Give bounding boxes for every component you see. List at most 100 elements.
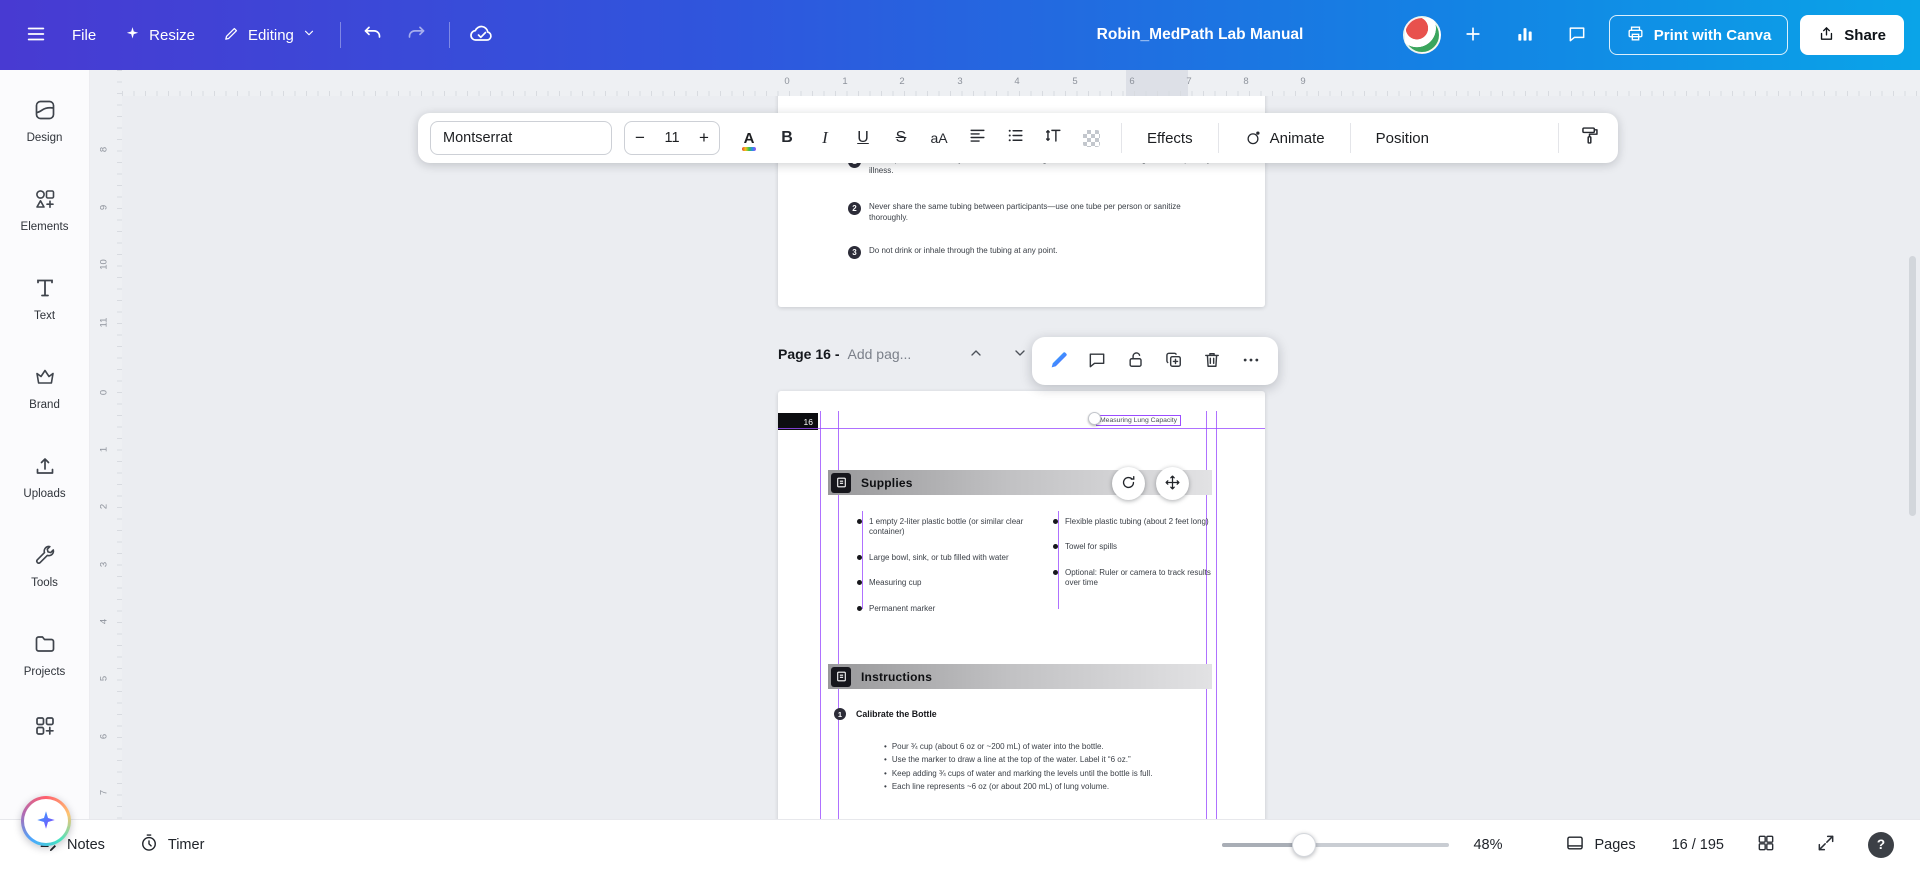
topbar-divider bbox=[448, 22, 450, 48]
bottombar: Notes Timer 48% Pages 16 / 195 ? bbox=[0, 819, 1920, 869]
underline-button[interactable]: U bbox=[846, 120, 880, 156]
transparency-button[interactable] bbox=[1074, 120, 1108, 156]
main-menu-button[interactable] bbox=[16, 15, 56, 55]
list-number-badge: 2 bbox=[848, 202, 861, 215]
ruler-number: 9 bbox=[98, 204, 110, 211]
supplies-section-header[interactable]: Supplies bbox=[828, 470, 1212, 495]
magic-resize-icon bbox=[124, 25, 141, 46]
expand-icon bbox=[1816, 833, 1836, 856]
avatar[interactable] bbox=[1402, 16, 1441, 54]
page-title: Measuring Lung Capacity bbox=[1100, 417, 1178, 424]
invite-members-button[interactable] bbox=[1453, 15, 1493, 55]
font-size-value[interactable]: 11 bbox=[655, 130, 689, 146]
strikethrough-button[interactable]: S bbox=[884, 120, 918, 156]
selection-handle[interactable] bbox=[1088, 412, 1101, 425]
bold-button[interactable]: B bbox=[770, 120, 804, 156]
bulleted-list-button[interactable] bbox=[998, 120, 1032, 156]
lock-page-button[interactable] bbox=[1119, 344, 1153, 378]
bullet bbox=[857, 580, 862, 586]
numbered-list-item[interactable]: 2 Never share the same tubing between pa… bbox=[848, 202, 1226, 223]
undo-button[interactable] bbox=[353, 15, 393, 55]
print-with-canva-button[interactable]: Print with Canva bbox=[1608, 15, 1789, 55]
alignment-button[interactable] bbox=[960, 120, 994, 156]
position-button[interactable]: Position bbox=[1364, 120, 1441, 156]
ruler-number: 4 bbox=[98, 618, 110, 625]
editing-mode-button[interactable]: Editing bbox=[211, 15, 328, 55]
supplies-list-right[interactable]: Flexible plastic tubing (about 2 feet lo… bbox=[1053, 517, 1223, 589]
more-options-button[interactable] bbox=[1234, 344, 1268, 378]
comments-button[interactable] bbox=[1557, 15, 1597, 55]
add-page-title-field[interactable]: Add pag... bbox=[847, 346, 911, 362]
sidebar-item-label: Elements bbox=[20, 221, 69, 233]
numbered-list-item[interactable]: 3 Do not drink or inhale through the tub… bbox=[848, 246, 1226, 259]
transparency-icon bbox=[1082, 129, 1100, 147]
zoom-knob[interactable] bbox=[1292, 832, 1317, 857]
grid-view-button[interactable] bbox=[1748, 827, 1784, 863]
canva-ai-button[interactable] bbox=[21, 796, 71, 846]
font-size-decrease-button[interactable]: − bbox=[625, 122, 655, 154]
insights-button[interactable] bbox=[1505, 15, 1545, 55]
rotate-handle[interactable] bbox=[1112, 467, 1145, 500]
move-page-down-button[interactable] bbox=[1007, 341, 1033, 367]
move-page-up-button[interactable] bbox=[963, 341, 989, 367]
redo-button[interactable] bbox=[397, 15, 437, 55]
lock-open-icon bbox=[1126, 350, 1146, 373]
text-color-button[interactable]: A bbox=[732, 120, 766, 156]
instructions-section-header[interactable]: Instructions bbox=[828, 664, 1212, 689]
ruler-number: 10 bbox=[98, 259, 110, 270]
sidebar-item-elements[interactable]: Elements bbox=[5, 173, 85, 247]
zoom-slider[interactable] bbox=[1222, 832, 1450, 857]
page-title-textbox[interactable]: Measuring Lung Capacity bbox=[1096, 415, 1182, 426]
step-1[interactable]: 1 Calibrate the Bottle bbox=[834, 708, 937, 720]
font-size-increase-button[interactable]: + bbox=[689, 122, 719, 154]
animate-button[interactable]: Animate bbox=[1232, 120, 1337, 156]
italic-button[interactable]: I bbox=[808, 120, 842, 156]
duplicate-page-button[interactable] bbox=[1157, 344, 1191, 378]
zoom-percentage[interactable]: 48% bbox=[1473, 837, 1513, 853]
topbar-divider bbox=[339, 22, 341, 48]
sidebar-item-apps[interactable] bbox=[5, 707, 85, 747]
vertical-ruler[interactable]: 8 9 10 11 0 1 2 3 4 5 6 7 bbox=[90, 70, 122, 819]
delete-page-button[interactable] bbox=[1195, 344, 1229, 378]
step-1-bullets[interactable]: • Pour ¾ cup (about 6 oz or ~200 mL) of w… bbox=[884, 742, 1210, 793]
text-spacing-button[interactable] bbox=[1036, 120, 1070, 156]
cloud-save-status-button[interactable] bbox=[462, 15, 502, 55]
text-case-button[interactable]: aA bbox=[922, 120, 956, 156]
canvas[interactable]: 1 Do not perform this lab if you are sic… bbox=[122, 96, 1920, 819]
ruler-number: 11 bbox=[98, 317, 110, 328]
copy-style-button[interactable] bbox=[1572, 120, 1606, 156]
ruler-number: 4 bbox=[1014, 76, 1020, 87]
add-comment-button[interactable] bbox=[1080, 344, 1114, 378]
document-title[interactable]: Robin_MedPath Lab Manual bbox=[1097, 0, 1304, 70]
sidebar-item-text[interactable]: Text bbox=[5, 262, 85, 336]
effects-button[interactable]: Effects bbox=[1135, 120, 1205, 156]
supplies-list-left[interactable]: 1 empty 2-liter plastic bottle (or simil… bbox=[857, 517, 1027, 614]
resize-button[interactable]: Resize bbox=[112, 15, 207, 55]
timer-button[interactable]: Timer bbox=[127, 827, 217, 863]
sidebar-item-design[interactable]: Design bbox=[5, 84, 85, 158]
sidebar-item-brand[interactable]: Brand bbox=[5, 351, 85, 425]
list-item: Permanent marker bbox=[857, 604, 1027, 614]
move-handle[interactable] bbox=[1156, 467, 1189, 500]
file-menu-button[interactable]: File bbox=[60, 15, 108, 55]
page-actions-toolbar bbox=[1032, 337, 1278, 385]
page-label[interactable]: Page 16 - bbox=[778, 346, 839, 362]
pages-button[interactable]: Pages bbox=[1553, 827, 1647, 863]
share-button[interactable]: Share bbox=[1800, 15, 1904, 55]
sidebar-item-tools[interactable]: Tools bbox=[5, 529, 85, 603]
list-item: Large bowl, sink, or tub filled with wat… bbox=[857, 553, 1027, 563]
help-button[interactable]: ? bbox=[1868, 831, 1894, 858]
font-family-select[interactable]: Montserrat bbox=[430, 121, 612, 155]
step-title: Calibrate the Bottle bbox=[856, 709, 937, 719]
horizontal-ruler[interactable]: 0 1 2 3 4 5 6 7 8 9 bbox=[122, 70, 1920, 96]
sidebar-item-label: Uploads bbox=[23, 488, 66, 500]
page-16[interactable]: 16 Measuring Lung Capacity Supplies 1 em… bbox=[778, 391, 1265, 819]
magic-edit-button[interactable] bbox=[1042, 344, 1076, 378]
fullscreen-button[interactable] bbox=[1808, 827, 1844, 863]
sidebar-item-label: Tools bbox=[31, 577, 58, 589]
chevron-down-icon bbox=[1012, 345, 1028, 364]
hamburger-icon bbox=[25, 23, 47, 48]
sidebar-item-uploads[interactable]: Uploads bbox=[5, 440, 85, 514]
canvas-scrollbar[interactable] bbox=[1909, 256, 1916, 516]
sidebar-item-projects[interactable]: Projects bbox=[5, 618, 85, 692]
